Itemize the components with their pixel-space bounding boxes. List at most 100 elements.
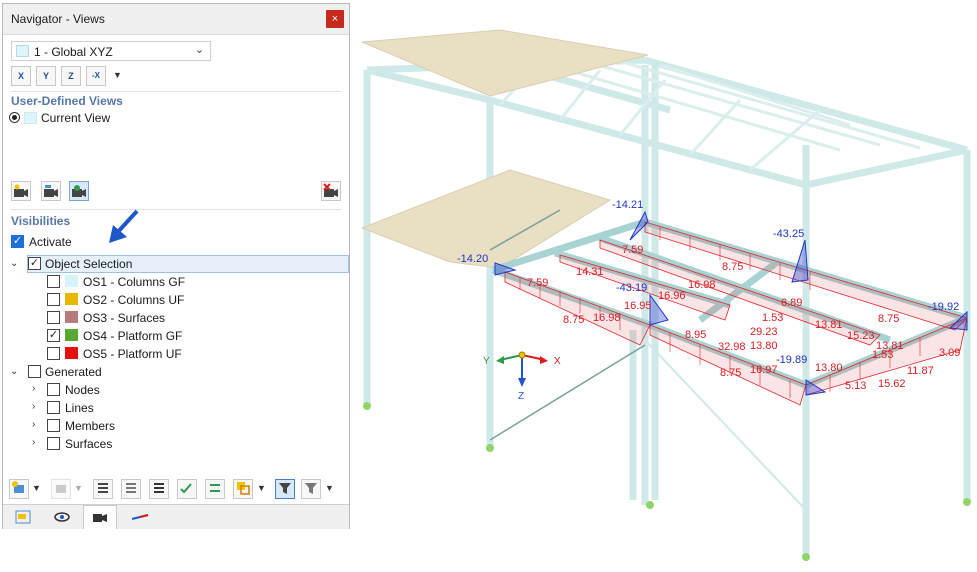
title-bar: Navigator - Views × — [3, 4, 349, 35]
members-checkbox[interactable] — [47, 419, 60, 432]
section-icon — [131, 514, 149, 520]
expand-members-icon[interactable]: › — [32, 419, 35, 430]
force-label: 7.59 — [527, 277, 548, 289]
data-tab[interactable] — [7, 507, 41, 527]
view-z-button[interactable]: Z — [61, 66, 81, 86]
view-tab[interactable] — [45, 507, 79, 527]
display-mode-dropdown-icon[interactable]: ▼ — [325, 483, 334, 493]
edit-selection-icon — [56, 485, 66, 493]
activate-label: Activate — [29, 235, 72, 249]
panel-title: Navigator - Views — [11, 12, 105, 26]
collapse-generated-icon[interactable]: ⌄ — [10, 366, 18, 377]
new-view-button[interactable] — [11, 181, 31, 201]
filter-button-3[interactable] — [149, 479, 169, 499]
lines-checkbox[interactable] — [47, 401, 60, 414]
force-label: 8.75 — [722, 261, 743, 273]
delete-view-button[interactable] — [321, 181, 341, 201]
invert-selection-button[interactable] — [205, 479, 225, 499]
group-dropdown-icon[interactable]: ▼ — [257, 483, 266, 493]
view-z-icon: Z — [68, 71, 74, 81]
force-label: 8.75 — [878, 313, 899, 325]
bottom-tab-bar — [3, 504, 349, 529]
force-label: 8.75 — [720, 367, 741, 379]
surfaces-checkbox[interactable] — [47, 437, 60, 450]
list-edit-icon — [154, 483, 164, 493]
camera-new-icon — [14, 184, 28, 197]
view-x-button[interactable]: X — [11, 66, 31, 86]
swap-icon — [210, 484, 220, 492]
view-x-icon: X — [17, 71, 24, 81]
model-viewport[interactable]: -14.21 -14.20 -43.25 -43.19 -19.89 -19.9… — [352, 0, 977, 572]
current-view-radio[interactable] — [9, 112, 20, 123]
current-view-swatch — [24, 112, 37, 124]
visibilities-heading: Visibilities — [11, 214, 71, 228]
view-y-icon: Y — [42, 71, 49, 81]
force-label: 11.87 — [907, 365, 934, 377]
surfaces-label: Surfaces — [65, 437, 113, 451]
new-selection-dropdown-icon[interactable]: ▼ — [32, 483, 41, 493]
divider — [11, 209, 341, 210]
filter-button-1[interactable] — [93, 479, 113, 499]
os5-label: OS5 - Platform UF — [83, 347, 182, 361]
os2-label: OS2 - Columns UF — [83, 293, 185, 307]
view-dropdown-arrow-icon[interactable]: ▼ — [113, 70, 122, 80]
os1-label: OS1 - Columns GF — [83, 275, 186, 289]
camera-delete-icon — [323, 183, 338, 197]
os2-color-swatch — [65, 293, 78, 305]
members-label: Members — [65, 419, 116, 433]
nodes-checkbox[interactable] — [47, 383, 60, 396]
expand-surfaces-icon[interactable]: › — [32, 437, 35, 448]
visibility-mode-button[interactable] — [275, 479, 295, 499]
filter-button-2[interactable] — [121, 479, 141, 499]
force-label: 3.09 — [939, 347, 960, 359]
collapse-object-selection-icon[interactable]: ⌄ — [10, 258, 18, 269]
expand-nodes-icon[interactable]: › — [32, 383, 35, 394]
camera-icon — [44, 185, 58, 197]
os1-checkbox[interactable] — [47, 275, 60, 288]
lines-label: Lines — [65, 401, 94, 415]
edit-selection-dropdown-icon[interactable]: ▼ — [74, 483, 83, 493]
force-label: 16.97 — [750, 364, 778, 376]
expand-lines-icon[interactable]: › — [32, 401, 35, 412]
os5-color-swatch — [65, 347, 78, 359]
force-label: 13.80 — [815, 362, 843, 374]
section-tab[interactable] — [123, 507, 157, 527]
os4-color-swatch — [65, 329, 78, 341]
force-label: 15.62 — [878, 378, 906, 390]
update-view-button[interactable] — [41, 181, 61, 201]
force-label: 13.81 — [815, 319, 843, 331]
select-all-button[interactable] — [177, 479, 197, 499]
activate-checkbox[interactable]: ✓ — [11, 235, 24, 248]
os3-checkbox[interactable] — [47, 311, 60, 324]
view-select[interactable]: 1 - Global XYZ ⌄ — [11, 41, 211, 61]
list-remove-icon — [126, 483, 136, 493]
group-button[interactable] — [233, 479, 253, 499]
new-selection-button[interactable] — [9, 479, 29, 499]
display-mode-button[interactable] — [301, 479, 321, 499]
view-minus-x-button[interactable]: -X — [86, 66, 106, 86]
current-view-label[interactable]: Current View — [41, 111, 110, 125]
navigator-panel: Navigator - Views × 1 - Global XYZ ⌄ X Y… — [2, 3, 350, 529]
object-selection-checkbox[interactable]: ✓ — [28, 257, 41, 270]
brace — [489, 344, 646, 441]
os1-color-swatch — [65, 275, 78, 287]
close-button[interactable]: × — [326, 10, 344, 28]
view-y-button[interactable]: Y — [36, 66, 56, 86]
apply-view-button[interactable] — [69, 181, 89, 201]
generated-checkbox[interactable] — [28, 365, 41, 378]
y-axis-label: Y — [483, 356, 490, 367]
eye-icon — [54, 512, 70, 522]
force-label: 16.98 — [593, 312, 621, 324]
edit-selection-button[interactable] — [51, 479, 71, 499]
camera-tab[interactable] — [83, 505, 117, 529]
force-label: 7.59 — [622, 244, 643, 256]
os2-checkbox[interactable] — [47, 293, 60, 306]
reaction-label: -19.89 — [776, 354, 807, 366]
os3-label: OS3 - Surfaces — [83, 311, 166, 325]
os4-checkbox[interactable]: ✓ — [47, 329, 60, 342]
pointer-arrow-icon — [109, 209, 139, 243]
nodes-label: Nodes — [65, 383, 100, 397]
force-label: 1.53 — [872, 349, 893, 361]
os5-checkbox[interactable] — [47, 347, 60, 360]
upper-slab — [361, 29, 649, 97]
